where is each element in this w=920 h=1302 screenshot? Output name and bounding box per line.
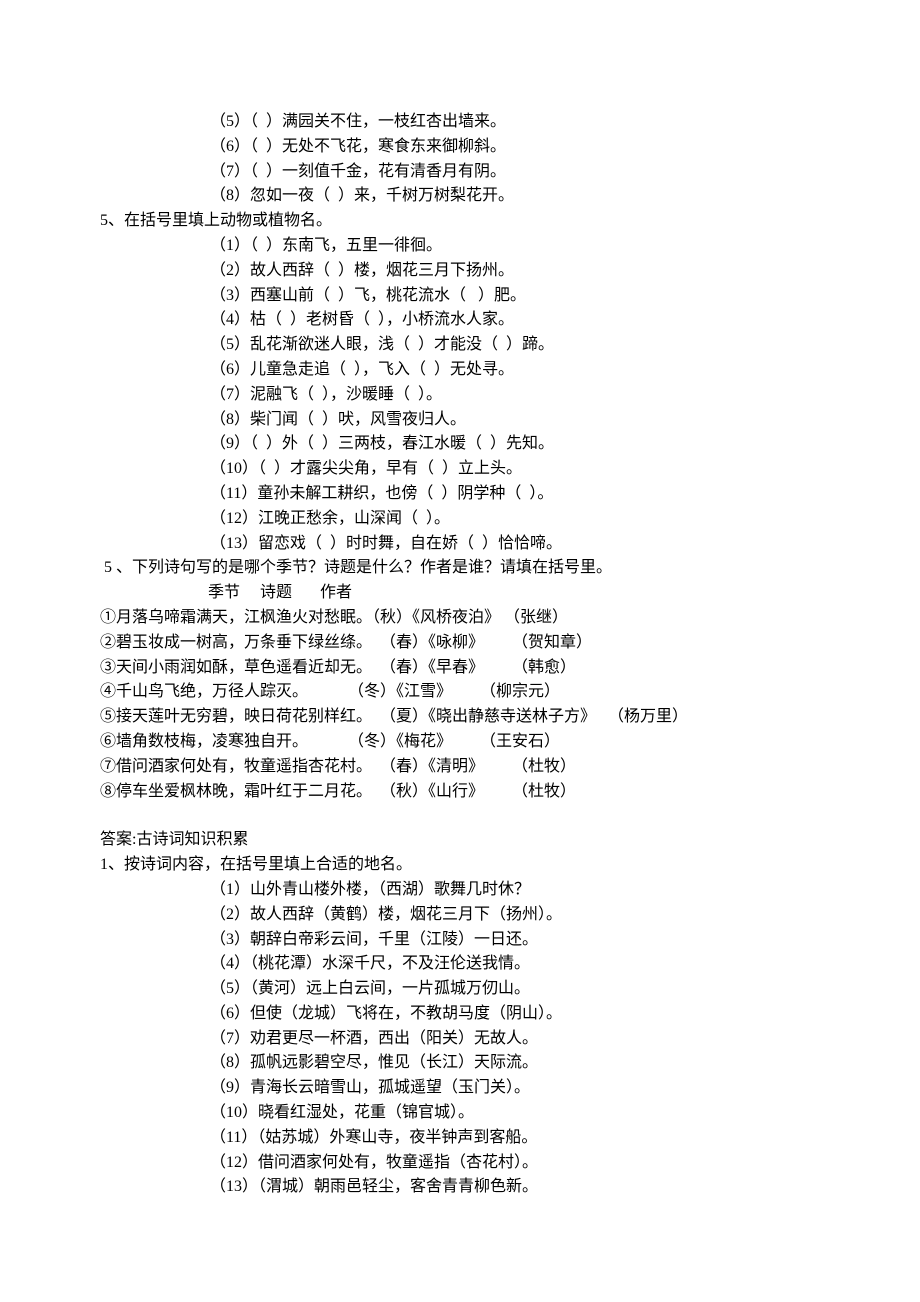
section-title: 5 、下列诗句写的是哪个季节？诗题是什么？作者是谁？请填在括号里。 (100, 556, 820, 581)
list-item: （5）（ ）满园关不住，一枝红杏出墙来。 (100, 110, 820, 135)
section-4-continuation: （5）（ ）满园关不住，一枝红杏出墙来。 （6）（ ）无处不飞花，寒食东来御柳斜… (100, 110, 820, 209)
list-item: （13）（渭城）朝雨邑轻尘，客舍青青柳色新。 (100, 1175, 820, 1200)
table-row: ③天间小雨润如酥，草色遥看近却无。 （春）《早春》 （韩愈） (100, 656, 820, 681)
list-item: （5）（黄河）远上白云间，一片孤城万仞山。 (100, 977, 820, 1002)
table-row: ①月落乌啼霜满天，江枫渔火对愁眠。（秋）《风桥夜泊》 （张继） (100, 606, 820, 631)
list-item: （8）孤帆远影碧空尽，惟见（长江）天际流。 (100, 1051, 820, 1076)
list-item: （2）故人西辞（ ）楼，烟花三月下扬州。 (100, 259, 820, 284)
answers-section: 答案:古诗词知识积累 1、按诗词内容，在括号里填上合适的地名。 （1）山外青山楼… (100, 828, 820, 1200)
section-title: 1、按诗词内容，在括号里填上合适的地名。 (100, 853, 820, 878)
list-item: （5）乱花渐欲迷人眼，浅（ ）才能没（ ）蹄。 (100, 333, 820, 358)
list-item: （3）西塞山前（ ）飞，桃花流水（ ）肥。 (100, 284, 820, 309)
section-title: 5、在括号里填上动物或植物名。 (100, 209, 820, 234)
list-item: （7）泥融飞（ ），沙暖睡（ ）。 (100, 383, 820, 408)
section-5: 5、在括号里填上动物或植物名。 （1）（ ）东南飞，五里一徘徊。 （2）故人西辞… (100, 209, 820, 556)
table-row: ⑤接天莲叶无穷碧，映日荷花别样红。 （夏）《晓出静慈寺送林子方》 （杨万里） (100, 705, 820, 730)
section-5b: 5 、下列诗句写的是哪个季节？诗题是什么？作者是谁？请填在括号里。 季节 诗题 … (100, 556, 820, 804)
list-item: （9）青海长云暗雪山，孤城遥望（玉门关）。 (100, 1076, 820, 1101)
list-item: （7）劝君更尽一杯酒，西出（阳关）无故人。 (100, 1027, 820, 1052)
list-item: （10）晓看红湿处，花重（锦官城）。 (100, 1101, 820, 1126)
list-item: （10）（ ）才露尖尖角，早有（ ）立上头。 (100, 457, 820, 482)
list-item: （12）江晚正愁余，山深闻（ ）。 (100, 507, 820, 532)
list-item: （3）朝辞白帝彩云间，千里（江陵）一日还。 (100, 928, 820, 953)
table-header: 季节 诗题 作者 (100, 581, 820, 606)
list-item: （6）（ ）无处不飞花，寒食东来御柳斜。 (100, 135, 820, 160)
table-row: ⑥墙角数枝梅，凌寒独自开。 （冬）《梅花》 （王安石） (100, 730, 820, 755)
list-item: （12）借问酒家何处有，牧童遥指（杏花村）。 (100, 1151, 820, 1176)
table-row: ⑦借问酒家何处有，牧童遥指杏花村。 （春）《清明》 （杜牧） (100, 755, 820, 780)
list-item: （13）留恋戏（ ）时时舞，自在娇（ ）恰恰啼。 (100, 532, 820, 557)
list-item: （11）（姑苏城）外寒山寺，夜半钟声到客船。 (100, 1126, 820, 1151)
list-item: （6）但使（龙城）飞将在，不教胡马度（阴山）。 (100, 1002, 820, 1027)
list-item: （9）（ ）外（ ）三两枝，春江水暖（ ）先知。 (100, 432, 820, 457)
list-item: （1）（ ）东南飞，五里一徘徊。 (100, 234, 820, 259)
answers-header: 答案:古诗词知识积累 (100, 828, 820, 853)
document-page: （5）（ ）满园关不住，一枝红杏出墙来。 （6）（ ）无处不飞花，寒食东来御柳斜… (0, 0, 920, 1260)
blank-line (100, 804, 820, 828)
list-item: （7）（ ）一刻值千金，花有清香月有阴。 (100, 160, 820, 185)
list-item: （1）山外青山楼外楼，（西湖）歌舞几时休？ (100, 878, 820, 903)
list-item: （8）柴门闻（ ）吠，风雪夜归人。 (100, 408, 820, 433)
list-item: （11）童孙未解工耕织，也傍（ ）阴学种（ ）。 (100, 482, 820, 507)
table-row: ②碧玉妆成一树高，万条垂下绿丝绦。 （春）《咏柳》 （贺知章） (100, 631, 820, 656)
list-item: （4）（桃花潭）水深千尺，不及汪伦送我情。 (100, 952, 820, 977)
list-item: （8）忽如一夜（ ）来，千树万树梨花开。 (100, 184, 820, 209)
table-row: ④千山鸟飞绝，万径人踪灭。 （冬）《江雪》 （柳宗元） (100, 680, 820, 705)
list-item: （6）儿童急走追（ ），飞入（ ）无处寻。 (100, 358, 820, 383)
list-item: （4）枯（ ）老树昏（ ），小桥流水人家。 (100, 308, 820, 333)
table-row: ⑧停车坐爱枫林晚，霜叶红于二月花。 （秋）《山行》 （杜牧） (100, 780, 820, 805)
list-item: （2）故人西辞（黄鹤）楼，烟花三月下（扬州）。 (100, 903, 820, 928)
